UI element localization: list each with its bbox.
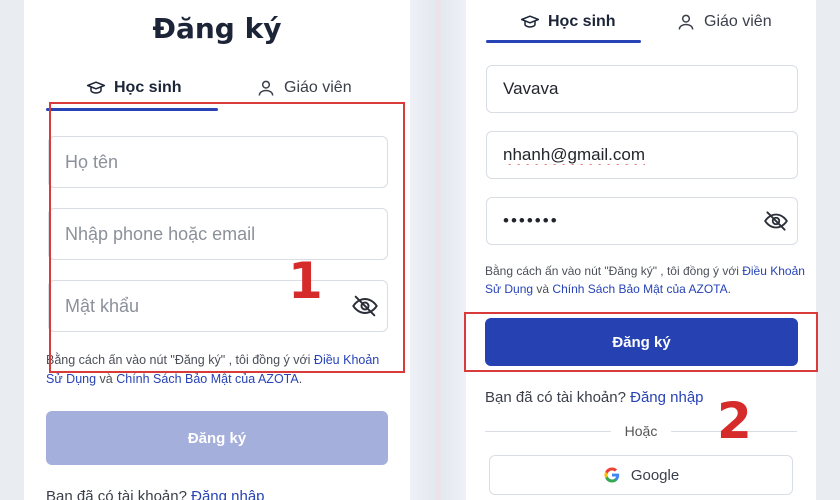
tab-student[interactable]: Học sinh	[86, 78, 182, 98]
signup-button-disabled[interactable]: Đăng ký	[46, 411, 388, 465]
tab-teacher[interactable]: Giáo viên	[676, 12, 772, 32]
tab-student-label: Học sinh	[114, 79, 182, 96]
terms-suffix: .	[727, 282, 731, 296]
step-1-label: 1	[288, 252, 323, 310]
tab-student-label: Học sinh	[548, 13, 616, 30]
tab-teacher-label: Giáo viên	[704, 13, 772, 30]
separator-line	[485, 430, 611, 432]
terms-text: Bằng cách ấn vào nút "Đăng ký" , tôi đồn…	[485, 262, 805, 298]
password-input[interactable]	[503, 198, 797, 244]
privacy-policy-link[interactable]: Chính Sách Bảo Mật của AZOTA	[116, 372, 299, 386]
active-tab-indicator	[46, 108, 218, 111]
terms-middle: và	[96, 372, 117, 386]
privacy-policy-link[interactable]: Chính Sách Bảo Mật của AZOTA	[552, 282, 727, 296]
name-field[interactable]	[486, 65, 798, 113]
or-label: Hoặc	[624, 423, 658, 439]
terms-prefix: Bằng cách ấn vào nút "Đăng ký" , tôi đồn…	[46, 353, 314, 367]
user-icon	[258, 80, 274, 96]
tab-teacher[interactable]: Giáo viên	[256, 78, 352, 98]
login-prompt: Bạn đã có tài khoản? Đăng nhập	[485, 389, 704, 406]
page-title: Đăng ký	[152, 12, 282, 45]
name-input[interactable]	[503, 66, 797, 112]
email-input[interactable]	[503, 132, 797, 178]
email-field[interactable]	[486, 131, 798, 179]
eye-off-icon[interactable]	[351, 292, 379, 320]
active-tab-indicator	[486, 40, 641, 43]
contact-input[interactable]	[65, 209, 387, 259]
login-prompt-text: Bạn đã có tài khoản?	[485, 389, 631, 406]
signup-panel-filled: Học sinh Giáo viên Bằng cách ấn vào nút …	[466, 0, 816, 500]
user-icon	[678, 14, 694, 30]
terms-prefix: Bằng cách ấn vào nút "Đăng ký" , tôi đồn…	[485, 264, 743, 278]
terms-suffix: .	[298, 372, 303, 386]
tab-teacher-label: Giáo viên	[284, 79, 352, 96]
login-link[interactable]: Đăng nhập	[191, 488, 264, 500]
contact-field[interactable]	[48, 208, 388, 260]
name-input[interactable]	[65, 137, 387, 187]
password-input[interactable]	[65, 281, 387, 331]
login-prompt: Bạn đã có tài khoản? Đăng nhập	[46, 488, 265, 500]
eye-off-icon[interactable]	[763, 208, 789, 234]
name-field[interactable]	[48, 136, 388, 188]
graduation-cap-icon	[86, 81, 106, 94]
step-2-label: 2	[717, 392, 752, 450]
google-signin-button[interactable]: Google	[489, 455, 793, 495]
login-prompt-text: Bạn đã có tài khoản?	[46, 488, 192, 500]
password-field[interactable]	[486, 197, 798, 245]
signup-panel-empty: Đăng ký Học sinh Giáo viên Bằng cách ấn …	[24, 0, 410, 500]
signup-button[interactable]: Đăng ký	[485, 318, 798, 366]
tab-student[interactable]: Học sinh	[520, 12, 616, 32]
google-label: Google	[630, 466, 680, 484]
panel-divider	[410, 0, 466, 500]
terms-middle: và	[533, 282, 553, 296]
graduation-cap-icon	[520, 15, 540, 28]
terms-text: Bằng cách ấn vào nút "Đăng ký" , tôi đồn…	[46, 351, 396, 389]
login-link[interactable]: Đăng nhập	[630, 389, 703, 406]
google-logo-icon	[604, 467, 620, 483]
password-field[interactable]	[48, 280, 388, 332]
